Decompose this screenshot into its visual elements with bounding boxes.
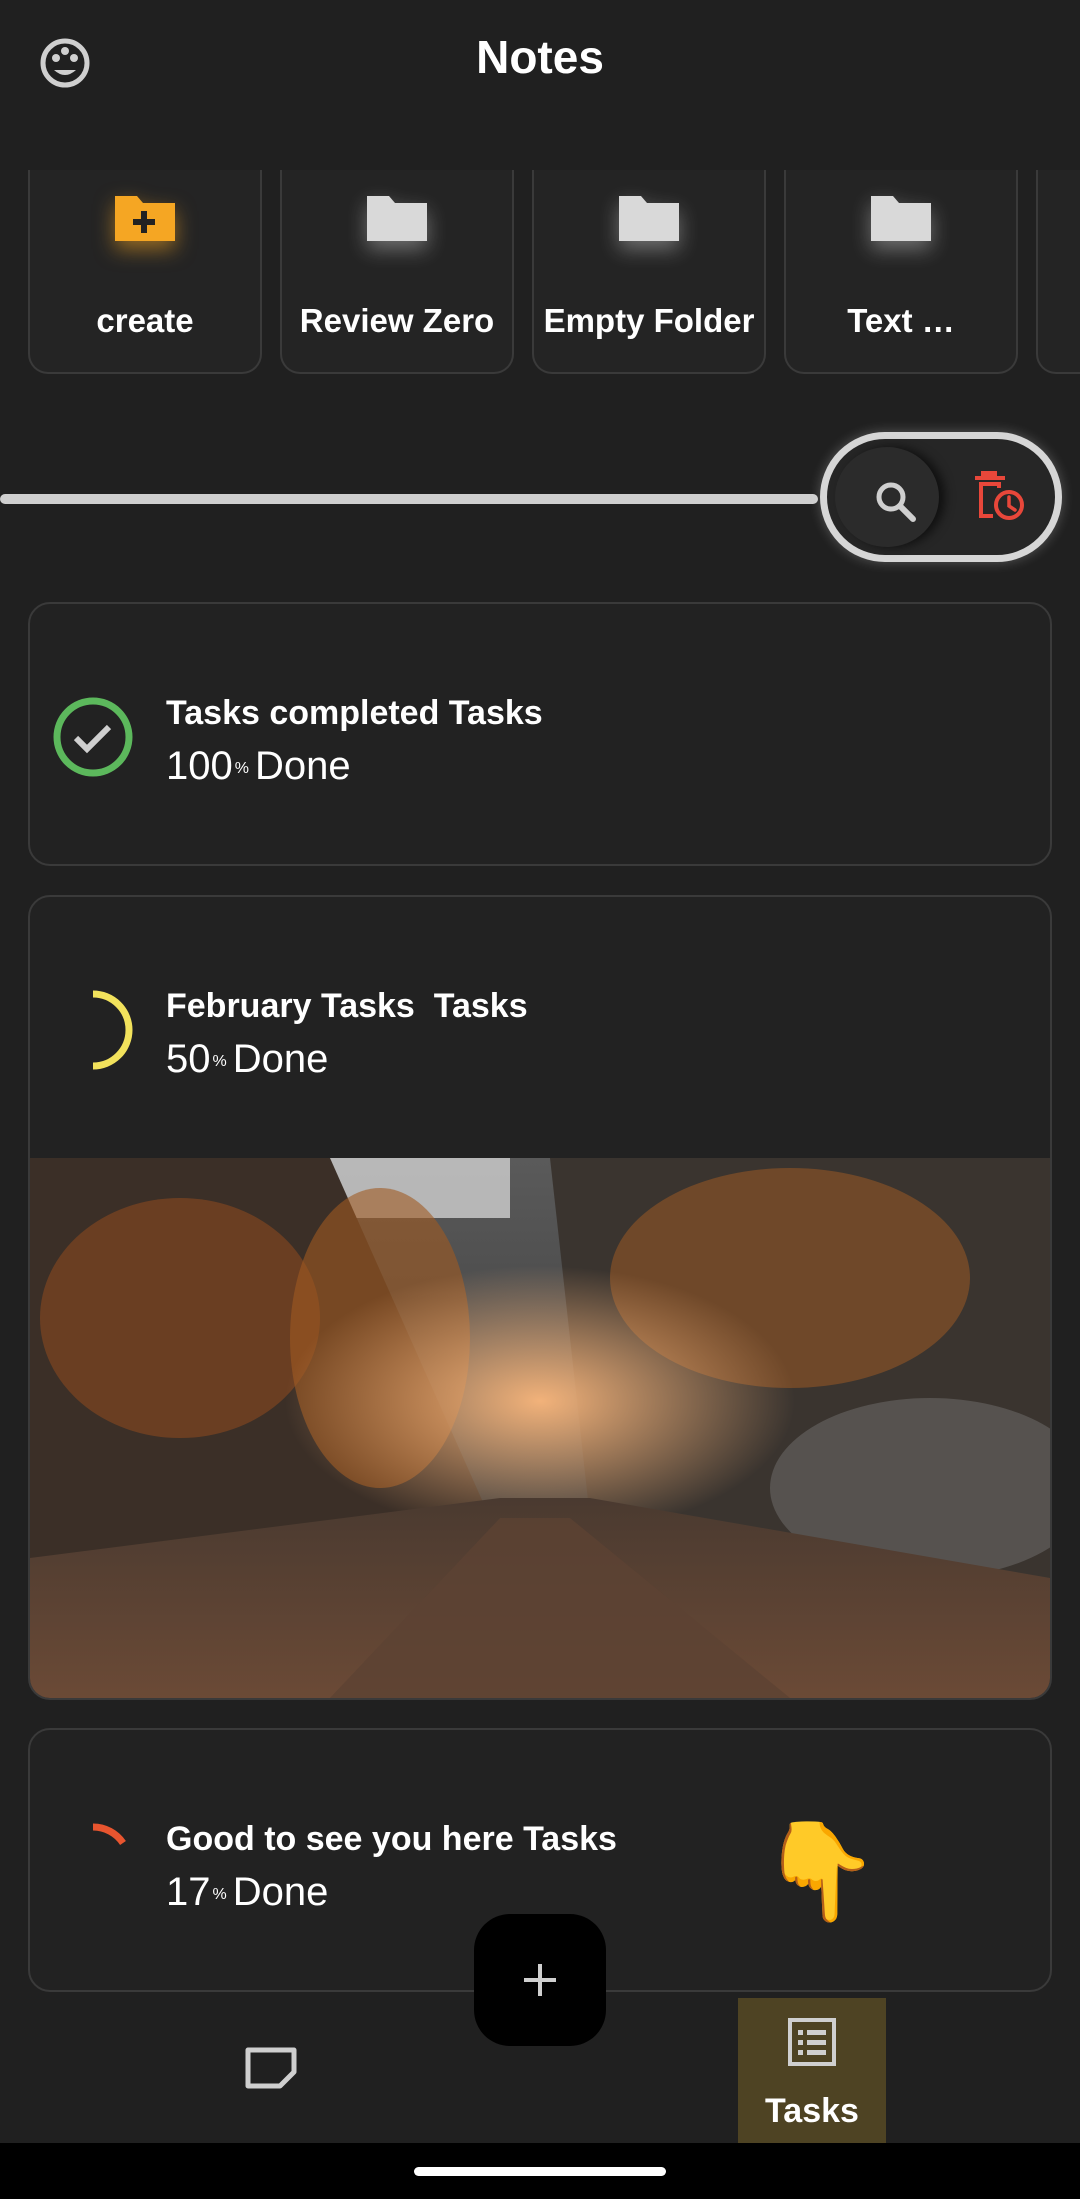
plus-icon [524,1964,556,1996]
check-icon [73,724,112,754]
home-indicator[interactable] [414,2167,666,2176]
search-icon[interactable] [871,477,921,527]
page-title: Notes [476,31,604,83]
nav-notes[interactable] [220,2028,320,2108]
pointing-hand-emoji: 👇 [760,1818,880,1925]
folder-label: create [96,302,194,339]
note-icon [245,2047,297,2089]
add-button[interactable] [474,1914,606,2046]
progress-percent: 17 [166,1870,211,1914]
progress-ring [52,696,134,778]
folder-text[interactable]: Text … [784,170,1018,374]
autumn-path-photo [30,1158,1050,1698]
progress-ring [52,989,134,1071]
folder-label: Empty Folder [543,302,755,339]
toggle-knob[interactable] [835,447,939,547]
trash-clock-icon[interactable] [971,465,1031,525]
task-progress: 50% Done [166,1037,328,1082]
task-title: Good to see you here Tasks [166,1820,617,1858]
folder-label: Text … [847,302,955,339]
task-title: Tasks completed Tasks [166,694,543,732]
task-progress: 17% Done [166,1870,328,1915]
folder-label: Review Zero [299,302,495,339]
percent-sign: % [234,760,249,777]
done-label: Done [254,744,351,788]
progress-ring [52,1822,134,1904]
search-line[interactable] [0,494,818,504]
folder-create[interactable]: create [28,170,262,374]
folder-plus-icon [110,182,180,252]
search-toggle[interactable] [820,432,1062,562]
percent-sign: % [212,1886,227,1903]
folder-icon [362,182,432,252]
done-label: Done [232,1870,329,1914]
app-header: Notes [0,0,1080,130]
task-progress: 100% Done [166,744,351,789]
task-title: February Tasks Tasks [166,987,528,1025]
folder-empty-folder[interactable]: Empty Folder [532,170,766,374]
percent-sign: % [212,1053,227,1070]
done-label: Done [232,1037,329,1081]
folder-icon [614,182,684,252]
progress-percent: 100 [166,744,233,788]
nav-tasks-label: Tasks [765,2092,859,2130]
progress-percent: 50 [166,1037,211,1081]
nav-tasks[interactable]: Tasks [738,1998,886,2144]
system-nav-bar [0,2143,1080,2199]
folder-review-zero[interactable]: Review Zero [280,170,514,374]
folder-row: create Review Zero Empty Folder Text … [0,170,1080,376]
folder-icon [866,182,936,252]
task-card[interactable]: Tasks completed Tasks 100% Done [28,602,1052,866]
folder-partial[interactable] [1036,170,1080,374]
list-icon [784,2014,840,2070]
